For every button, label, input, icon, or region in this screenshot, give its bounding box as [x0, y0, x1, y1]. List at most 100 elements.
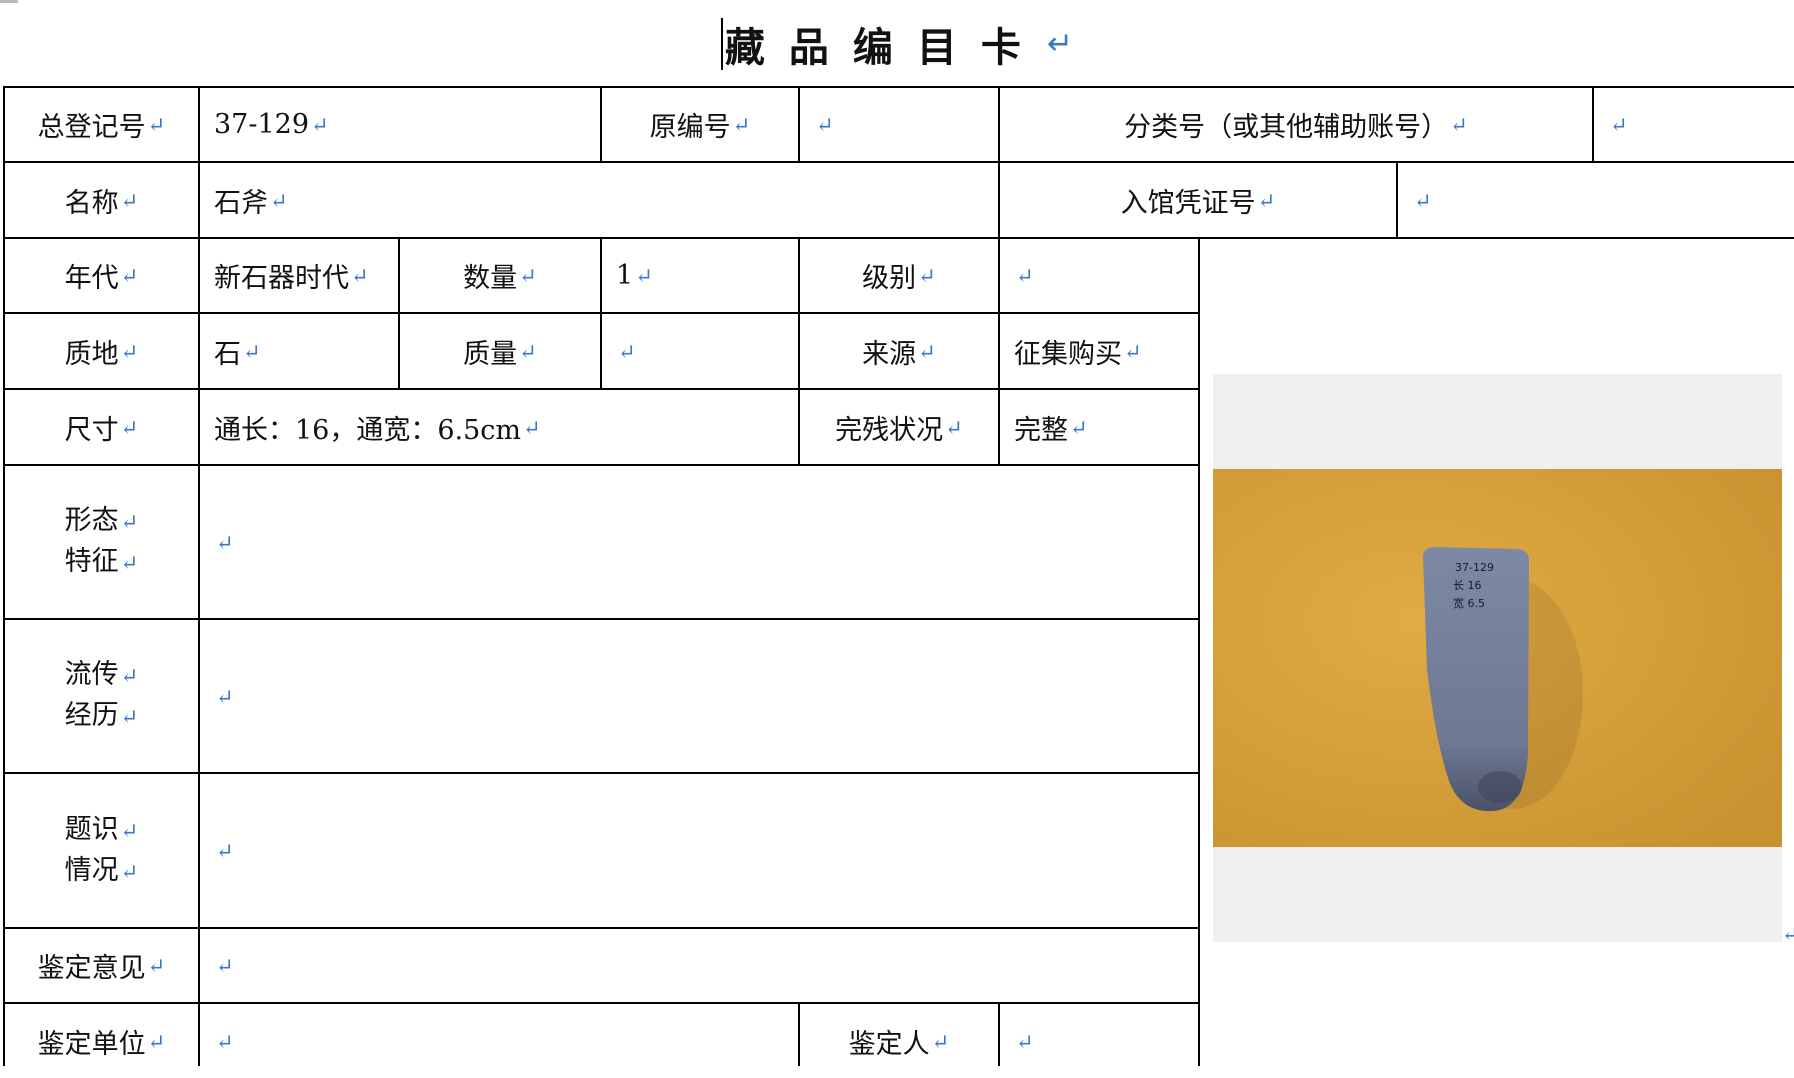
cell-text: 石斧	[214, 187, 268, 219]
paragraph-mark-icon: ↵	[618, 338, 636, 364]
paragraph-mark-icon: ↵	[147, 1028, 166, 1054]
cell-text: 完残状况	[835, 414, 944, 446]
paragraph-mark-icon: ↵	[120, 187, 139, 213]
paragraph-mark-icon: ↵	[1070, 414, 1088, 440]
cell-text: 形态	[64, 505, 119, 536]
page-corner-mark	[0, 0, 18, 3]
cell-text: 年代	[64, 263, 119, 294]
value-appraisal[interactable]: ↵	[200, 929, 1198, 1002]
paragraph-mark-icon: ↵	[1782, 922, 1794, 946]
svg-text:宽 6.5: 宽 6.5	[1453, 596, 1485, 610]
label-class-no: 分类号（或其他辅助账号） ↵	[1000, 88, 1592, 161]
value-name[interactable]: 石斧 ↵	[200, 163, 998, 237]
value-total-reg-no[interactable]: 37-129 ↵	[200, 88, 600, 161]
cell-text: 质量	[463, 338, 518, 370]
cell-text: 名称	[64, 187, 119, 219]
cell-text: 1	[616, 260, 634, 291]
value-original-no[interactable]: ↵	[800, 88, 998, 161]
paragraph-mark-icon: ↵	[1257, 187, 1276, 213]
value-quantity[interactable]: 1 ↵	[602, 239, 798, 312]
paragraph-mark-icon: ↵	[816, 112, 834, 137]
paragraph-mark-icon: ↵	[147, 953, 166, 978]
value-appraiser[interactable]: ↵	[1000, 1004, 1198, 1078]
paragraph-mark-icon: ↵	[216, 683, 234, 709]
cell-text: 原编号	[649, 112, 731, 143]
paragraph-mark-icon: ↵	[120, 263, 139, 288]
value-era[interactable]: 新石器时代 ↵	[200, 239, 398, 312]
cell-text: 总登记号	[37, 112, 146, 143]
cell-text: 尺寸	[64, 414, 119, 446]
label-form: 形态↵ 特征↵	[5, 466, 198, 618]
paragraph-mark-icon: ↵	[945, 414, 963, 440]
value-history[interactable]: ↵	[200, 620, 1198, 772]
label-appraisal: 鉴定意见 ↵	[5, 929, 198, 1002]
cell-text: 鉴定单位	[37, 1028, 146, 1060]
paragraph-mark-icon: ↵	[931, 1028, 950, 1054]
title-text: 藏品编目卡	[724, 25, 1045, 71]
cell-text: 石	[214, 338, 241, 370]
label-source: 来源 ↵	[800, 314, 998, 388]
cell-text: 鉴定人	[848, 1028, 930, 1060]
cell-text: 通长：16，通宽：6.5cm	[214, 414, 522, 446]
paragraph-mark-icon: ↵	[216, 529, 234, 555]
label-original-no: 原编号 ↵	[602, 88, 798, 161]
value-condition[interactable]: 完整 ↵	[1000, 390, 1198, 464]
paragraph-mark-icon: ↵	[1124, 338, 1142, 364]
cell-text: 经历	[64, 700, 119, 731]
value-form[interactable]: ↵	[200, 466, 1198, 618]
value-source[interactable]: 征集购买 ↵	[1000, 314, 1198, 388]
label-total-reg-no: 总登记号 ↵	[5, 88, 198, 161]
paragraph-mark-icon: ↵	[1610, 112, 1628, 137]
value-weight[interactable]: ↵	[602, 314, 798, 388]
cell-text: 完整	[1014, 414, 1068, 446]
value-inscription[interactable]: ↵	[200, 774, 1198, 927]
label-era: 年代 ↵	[5, 239, 198, 312]
label-material: 质地 ↵	[5, 314, 198, 388]
cell-text: 质地	[64, 338, 119, 370]
label-size: 尺寸 ↵	[5, 390, 198, 464]
paragraph-mark-icon: ↵	[120, 817, 139, 843]
label-entry-voucher: 入馆凭证号 ↵	[1000, 163, 1396, 237]
cell-text: 题识	[64, 813, 119, 845]
cell-text: 情况	[64, 854, 119, 886]
label-inscription: 题识↵ 情况↵	[5, 774, 198, 927]
label-quantity: 数量 ↵	[400, 239, 600, 312]
value-level[interactable]: ↵	[1000, 239, 1198, 312]
paragraph-mark-icon: ↵	[1450, 112, 1468, 137]
cell-text: 来源	[862, 338, 917, 370]
cell-text: 征集购买	[1014, 338, 1122, 370]
label-level: 级别 ↵	[800, 239, 998, 312]
paragraph-mark-icon: ↵	[311, 112, 329, 137]
cell-text: 37-129	[214, 109, 310, 140]
paragraph-mark-icon: ↵	[120, 509, 139, 534]
paragraph-mark-icon: ↵	[519, 338, 537, 364]
paragraph-mark-icon: ↵	[216, 953, 234, 978]
value-size[interactable]: 通长：16，通宽：6.5cm ↵	[200, 390, 798, 464]
paragraph-mark-icon: ↵	[1016, 263, 1034, 288]
paragraph-mark-icon: ↵	[120, 663, 139, 688]
label-appraiser: 鉴定人 ↵	[800, 1004, 998, 1078]
paragraph-mark-icon: ↵	[523, 414, 541, 440]
cell-text: 鉴定意见	[37, 953, 146, 984]
value-material[interactable]: 石 ↵	[200, 314, 398, 388]
label-appraisal-unit: 鉴定单位 ↵	[5, 1004, 198, 1078]
label-history: 流传↵ 经历↵	[5, 620, 198, 772]
value-entry-voucher[interactable]: ↵	[1398, 163, 1794, 237]
paragraph-mark-icon: ↵	[351, 263, 369, 288]
stone-axe-photo: 37-129 长 16 宽 6.5	[1213, 469, 1782, 847]
label-condition: 完残状况 ↵	[800, 390, 998, 464]
paragraph-mark-icon: ↵	[216, 838, 234, 863]
label-weight: 质量 ↵	[400, 314, 600, 388]
paragraph-mark-icon: ↵	[1016, 1028, 1034, 1054]
paragraph-mark-icon: ↵	[243, 338, 261, 364]
page-title: 藏品编目卡 ↵	[0, 14, 1794, 74]
value-appraisal-unit[interactable]: ↵	[200, 1004, 798, 1078]
paragraph-mark-icon: ↵	[918, 263, 936, 288]
cell-text: 分类号（或其他辅助账号）	[1124, 112, 1449, 143]
cell-text: 数量	[463, 263, 518, 294]
value-class-no[interactable]: ↵	[1594, 88, 1794, 161]
paragraph-mark-icon: ↵	[270, 187, 288, 213]
paragraph-mark-icon: ↵	[120, 704, 139, 729]
paragraph-mark-icon: ↵	[519, 263, 537, 288]
cell-text: 新石器时代	[214, 263, 349, 294]
